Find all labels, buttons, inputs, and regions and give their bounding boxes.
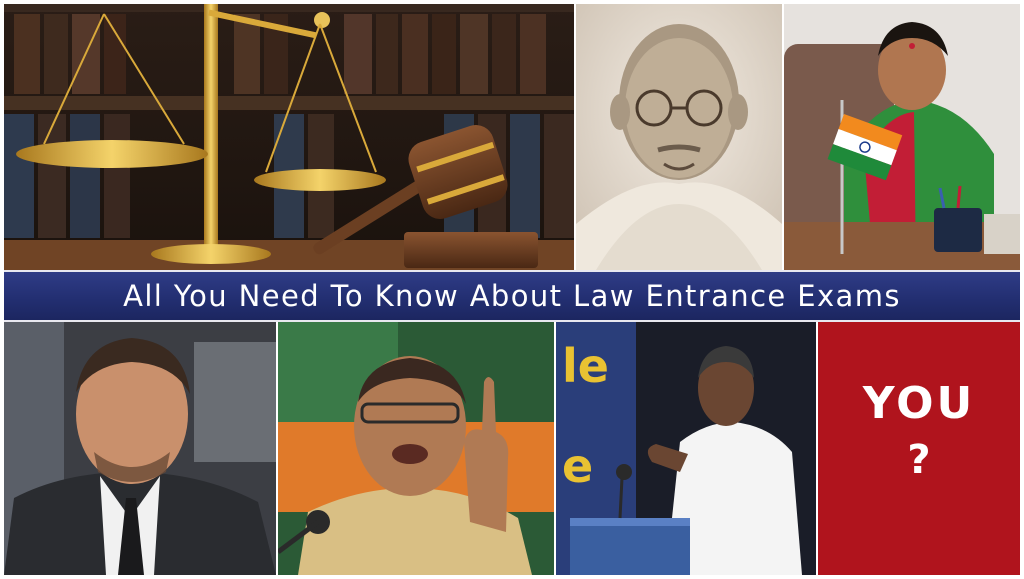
title-banner: All You Need To Know About Law Entrance … [4,270,1020,322]
svg-text:e: e [562,439,593,493]
you-question-panel: YOU ? [818,322,1020,575]
man-at-podium-photo: le e [556,322,816,575]
sepia-portrait-photo [576,4,782,270]
scales-gavel-photo [4,4,574,270]
woman-with-flag-photo [784,4,1020,270]
man-in-suit-photo [4,322,276,575]
svg-text:le: le [562,339,609,393]
banner-title: All You Need To Know About Law Entrance … [123,279,901,313]
man-pointing-photo [278,322,554,575]
you-word: YOU [862,378,976,429]
question-mark: ? [907,437,931,483]
